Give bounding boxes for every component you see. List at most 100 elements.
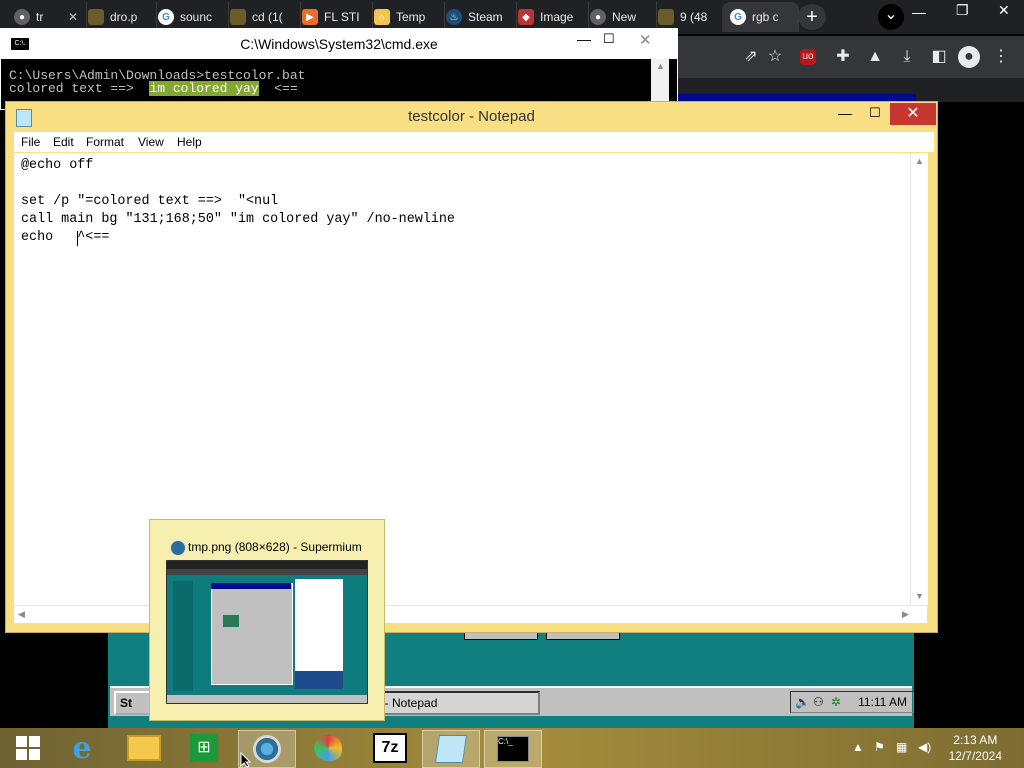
- notepad-button[interactable]: [422, 730, 480, 768]
- new-tab-button[interactable]: +: [798, 4, 826, 30]
- image-icon: ◆: [518, 9, 534, 25]
- 7zip-icon: 7z: [373, 733, 407, 763]
- tab-label: sounc: [180, 10, 213, 24]
- close-icon[interactable]: ✕: [68, 10, 78, 24]
- google-icon: G: [158, 9, 174, 25]
- emulator-clock: 11:11 AM: [858, 695, 907, 709]
- ublock-icon[interactable]: uo: [800, 49, 816, 65]
- network-icon[interactable]: ▦: [896, 740, 907, 754]
- cmd-button[interactable]: C:\_: [484, 730, 542, 768]
- store-button[interactable]: ⊞: [176, 730, 232, 766]
- minimize-button[interactable]: —: [832, 105, 858, 125]
- steam-icon: ♨: [446, 9, 462, 25]
- vertical-scrollbar[interactable]: ▲ ▼: [910, 153, 928, 605]
- console-output: C:\Users\Admin\Downloads>testcolor.bat c…: [9, 69, 305, 96]
- cmd-title: C:\Windows\System32\cmd.exe: [240, 36, 438, 52]
- code-line: echo ^<==: [21, 230, 110, 245]
- browser-tab-active[interactable]: G rgb c: [722, 2, 799, 32]
- file-explorer-icon: [127, 735, 161, 761]
- taskbar-thumbnail-preview[interactable]: tmp.png (808×628) - Supermium: [149, 519, 385, 721]
- code-line: set /p "=colored text ==> "<nul: [21, 194, 279, 209]
- bookmark-star-icon[interactable]: ☆: [764, 46, 786, 68]
- show-hidden-icons-icon[interactable]: ▲: [852, 740, 864, 754]
- download-icon[interactable]: ⤓: [896, 46, 918, 68]
- chrome-icon: ●: [590, 9, 606, 25]
- thumbnail-title-text: tmp.png (808×628) - Supermium: [188, 540, 362, 554]
- notepad-titlebar[interactable]: testcolor - Notepad: [6, 102, 937, 132]
- tab-label: tr: [36, 10, 44, 24]
- extensions-icon[interactable]: ✚: [832, 46, 854, 68]
- tab-search-button[interactable]: ⌄: [878, 4, 904, 30]
- file-explorer-button[interactable]: [116, 730, 172, 766]
- menu-kebab-icon[interactable]: ⋮: [990, 46, 1012, 68]
- messenger-icon[interactable]: ✲: [831, 692, 841, 712]
- scroll-down-icon[interactable]: ▼: [915, 591, 924, 601]
- thumbnail-title: tmp.png (808×628) - Supermium: [168, 540, 362, 556]
- code-line: call main bg "131;168;50" "im colored ya…: [21, 212, 455, 227]
- chrome-icon: ●: [14, 9, 30, 25]
- console-suffix: <==: [258, 81, 298, 96]
- emulator-task-notepad[interactable]: ed - Notepad: [360, 691, 540, 715]
- clock-date: 12/7/2024: [948, 749, 1002, 763]
- menu-view[interactable]: View: [138, 135, 164, 149]
- tab-label: New: [612, 10, 637, 24]
- menu-file[interactable]: File: [21, 135, 40, 149]
- notepad-icon: [435, 735, 467, 763]
- tab-label: 9 (48: [680, 10, 708, 24]
- cmd-titlebar[interactable]: C:\Windows\System32\cmd.exe: [1, 29, 677, 59]
- sidepanel-icon[interactable]: ◧: [928, 46, 950, 68]
- notepad-window: testcolor - Notepad — ☐ ✕ File Edit Form…: [5, 101, 938, 633]
- 7zip-button[interactable]: 7z: [362, 730, 418, 766]
- home-icon: ⌂: [374, 9, 390, 25]
- paint-icon: [314, 735, 342, 761]
- maximize-button[interactable]: ☐: [862, 105, 888, 125]
- taskbar: e ⊞ 7z C:\_ ▲ ⚑ ▦ ◀) 2:13 AM 12/7/2024: [0, 728, 1024, 768]
- google-icon: G: [730, 9, 746, 25]
- start-button[interactable]: [0, 730, 56, 766]
- scroll-left-icon[interactable]: ◀: [18, 609, 25, 620]
- close-button[interactable]: ✕: [890, 103, 936, 125]
- system-clock[interactable]: 2:13 AM 12/7/2024: [949, 732, 1002, 764]
- network-icon[interactable]: ⚇: [813, 692, 824, 712]
- share-icon[interactable]: ⇗: [740, 46, 762, 68]
- menu-edit[interactable]: Edit: [53, 135, 74, 149]
- cmd-window-icon: C:\.: [11, 38, 29, 50]
- volume-icon[interactable]: ◀): [918, 740, 931, 754]
- supermium-icon: [253, 735, 281, 763]
- paint-button[interactable]: [300, 730, 356, 766]
- maximize-icon[interactable]: ❐: [956, 2, 969, 19]
- folder-icon: [658, 9, 674, 25]
- tab-label: FL STI: [324, 10, 360, 24]
- close-icon[interactable]: ✕: [639, 31, 652, 49]
- volume-icon[interactable]: 🔈: [795, 692, 810, 712]
- tab-label: Steam: [468, 10, 503, 24]
- notepad-icon: [16, 109, 32, 127]
- menu-help[interactable]: Help: [177, 135, 202, 149]
- maximize-icon[interactable]: ☐: [603, 31, 615, 47]
- text-cursor: [77, 231, 78, 246]
- minimize-icon[interactable]: —: [577, 31, 591, 47]
- scroll-right-icon[interactable]: ▶: [902, 609, 909, 620]
- internet-explorer-button[interactable]: e: [54, 730, 110, 766]
- internet-explorer-icon: e: [72, 730, 92, 766]
- scroll-up-icon[interactable]: ▲: [915, 156, 924, 166]
- flag-icon[interactable]: ⚑: [874, 740, 885, 754]
- lab-flask-icon[interactable]: ▲: [864, 46, 886, 68]
- tab-label: rgb c: [752, 10, 779, 24]
- tab-label: dro.p: [110, 10, 138, 24]
- start-icon: [16, 736, 40, 760]
- browser-toolbar: ⇗ ☆ uo ✚ ▲ ⤓ ◧ ● ⋮: [676, 36, 1024, 78]
- store-icon: ⊞: [190, 734, 218, 762]
- code-line: @echo off: [21, 158, 94, 173]
- menu-format[interactable]: Format: [86, 135, 124, 149]
- folder-icon: [230, 9, 246, 25]
- folder-icon: [88, 9, 104, 25]
- clock-time: 2:13 AM: [953, 733, 998, 747]
- tab-label: cd (1(: [252, 10, 283, 24]
- fl-studio-icon: ▶: [302, 9, 318, 25]
- emulator-tray: 🔈 ⚇ ✲ 11:11 AM: [790, 691, 914, 713]
- close-icon[interactable]: ✕: [998, 2, 1010, 19]
- console-colored-text: im colored yay: [149, 81, 259, 96]
- profile-icon[interactable]: ●: [958, 46, 980, 68]
- minimize-icon[interactable]: —: [912, 4, 926, 20]
